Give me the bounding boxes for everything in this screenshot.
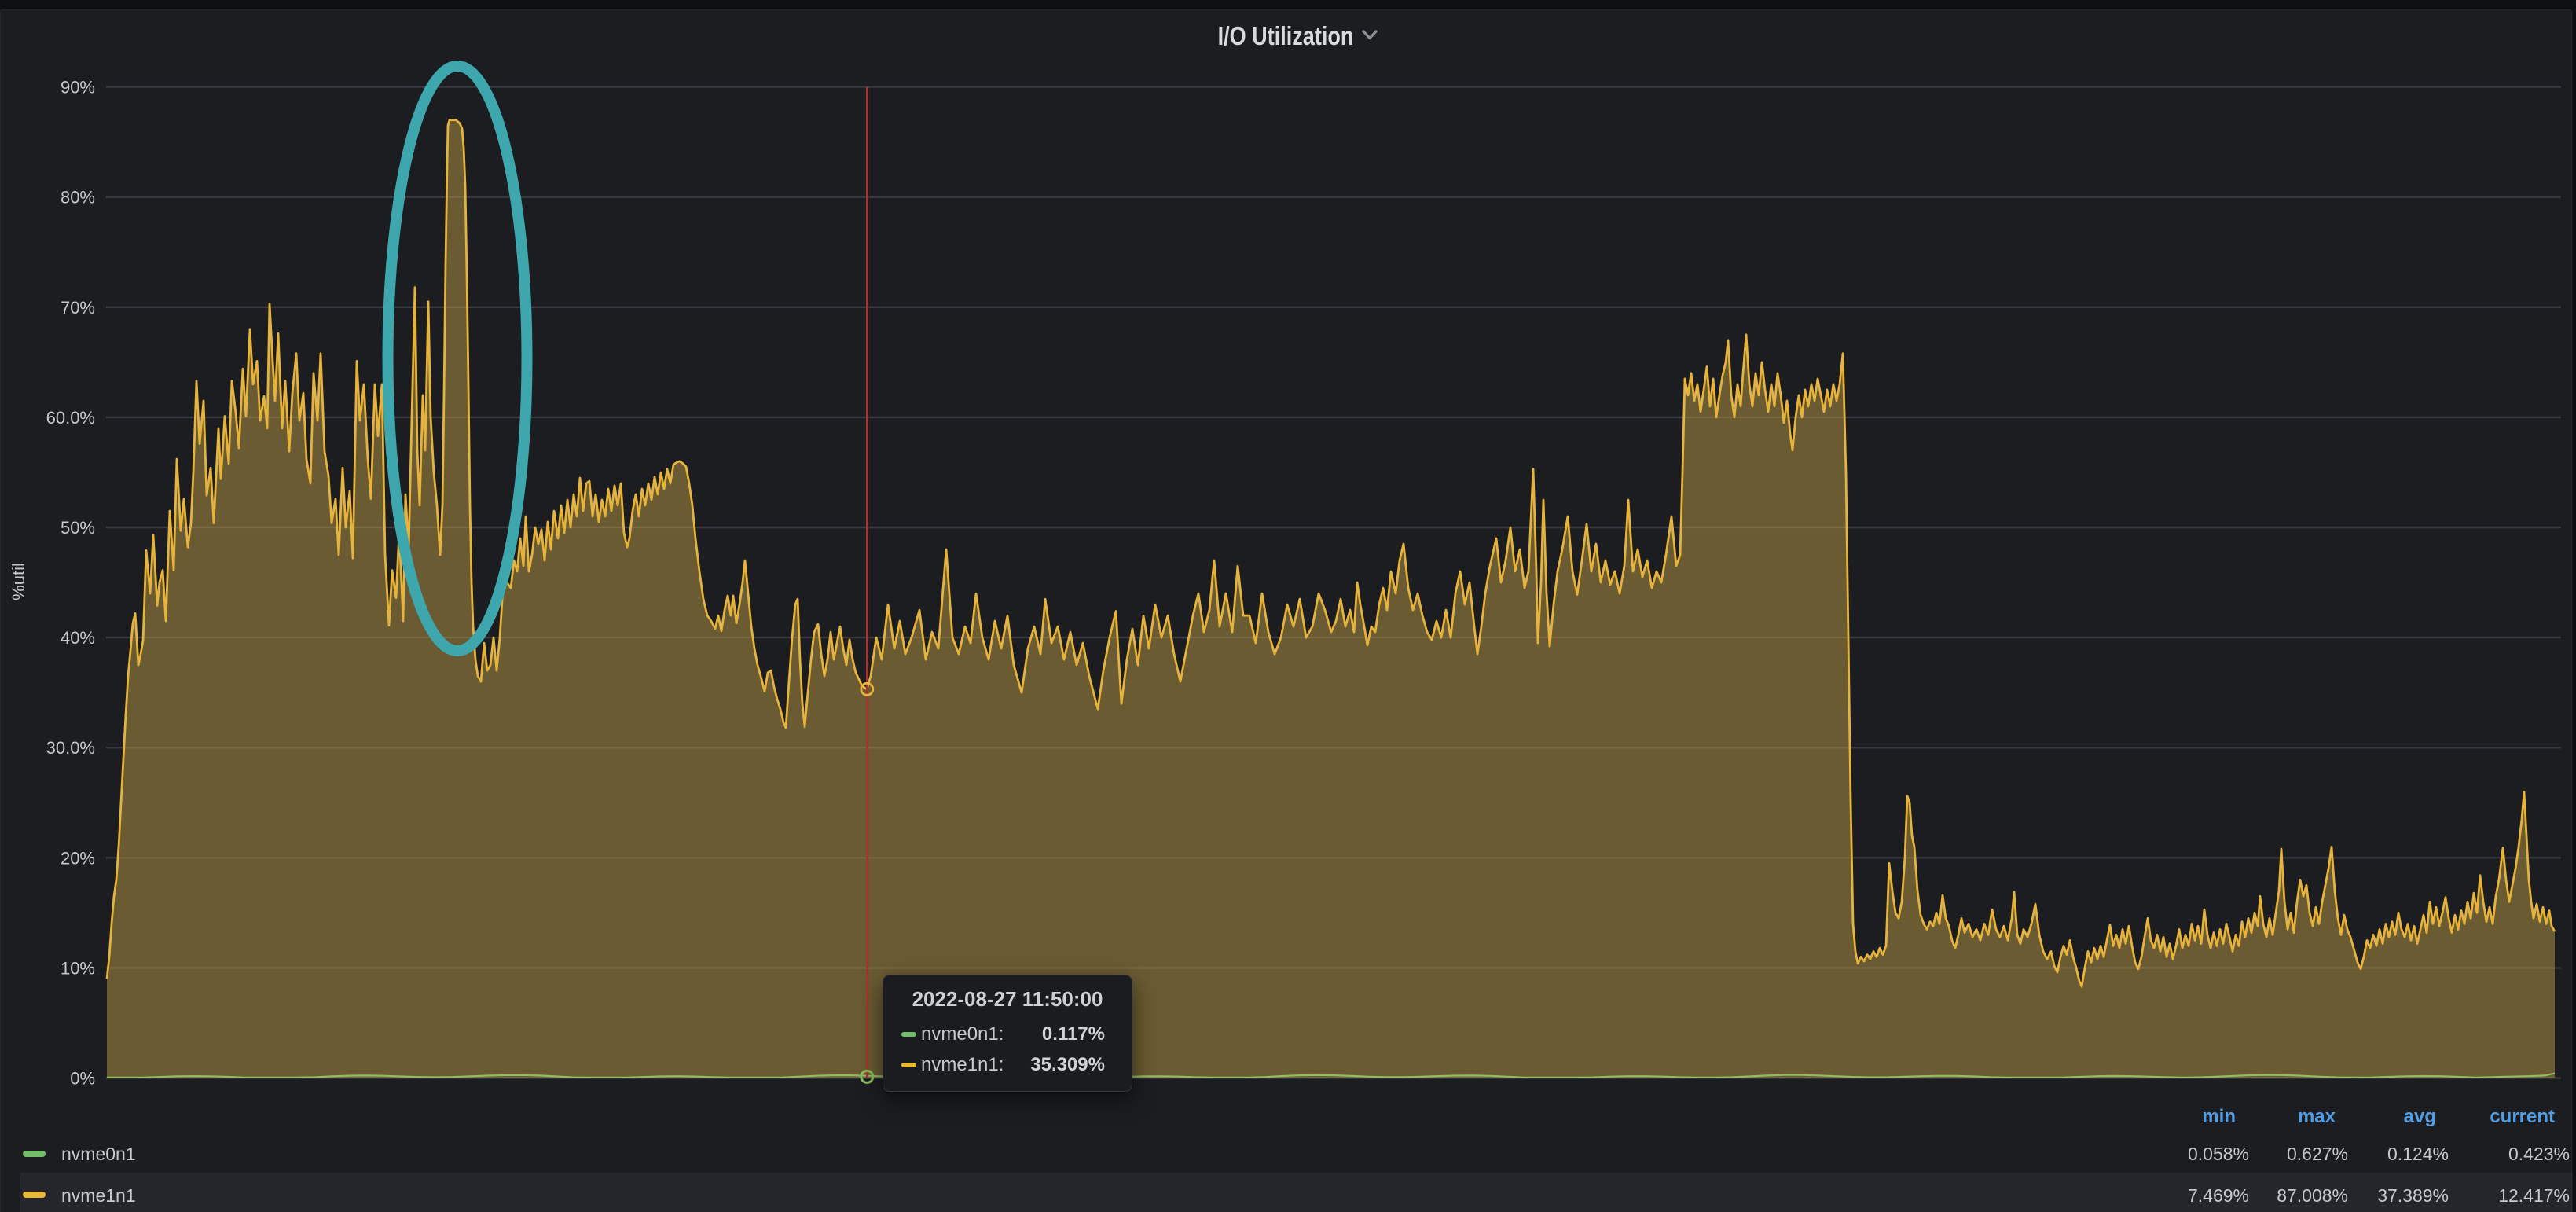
svg-text:80%: 80% [61, 188, 95, 208]
svg-text:60.0%: 60.0% [46, 408, 95, 428]
svg-text:I/O Utilization: I/O Utilization [1218, 23, 1354, 51]
svg-text:70%: 70% [61, 298, 95, 318]
svg-text:%util: %util [9, 563, 28, 600]
svg-text:30.0%: 30.0% [46, 738, 95, 758]
svg-text:20%: 20% [61, 848, 95, 868]
svg-text:90%: 90% [61, 78, 95, 97]
svg-text:0%: 0% [70, 1069, 95, 1089]
svg-text:50%: 50% [61, 518, 95, 538]
svg-text:10%: 10% [61, 958, 95, 978]
svg-text:40%: 40% [61, 628, 95, 648]
